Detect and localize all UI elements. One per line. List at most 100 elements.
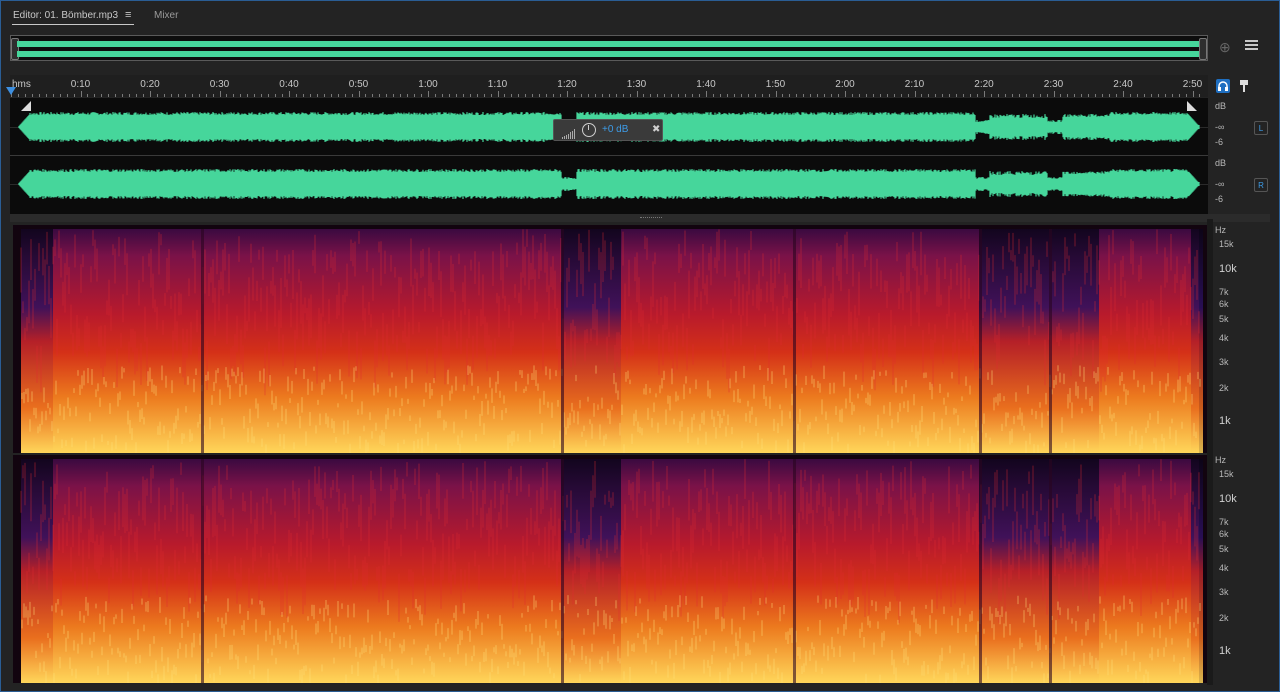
ruler-tick: [393, 94, 395, 97]
ruler-tick: [928, 94, 930, 97]
ruler-tick: [754, 94, 756, 97]
ruler-tick: [24, 94, 26, 97]
ruler-tick: [379, 94, 381, 97]
spectral-display-left[interactable]: [13, 225, 1207, 453]
ruler-tick: [525, 94, 527, 97]
volume-knob-icon[interactable]: [582, 123, 596, 137]
ruler-tick: [254, 94, 256, 97]
ruler-tick: [942, 94, 944, 97]
ruler-tick: [490, 94, 492, 97]
tab-editor[interactable]: Editor: 01. Bömber.mp3: [13, 10, 118, 21]
db-neg-inf-label: -∞: [1215, 122, 1225, 132]
panel-menu-icon[interactable]: ≡: [125, 9, 131, 21]
ruler-tick: [1011, 94, 1013, 97]
ruler-tick: [476, 94, 478, 97]
view-splitter[interactable]: [10, 214, 1270, 222]
marker-pin-icon[interactable]: [1238, 79, 1252, 93]
volume-hud[interactable]: +0 dB ✖: [553, 119, 663, 141]
hz-label: 10k: [1219, 493, 1237, 505]
ruler-time-label: 2:20: [974, 79, 994, 90]
ruler-tick: [184, 94, 186, 97]
channel-right-toggle[interactable]: R: [1254, 178, 1268, 192]
ruler-tick: [358, 91, 360, 97]
playhead-marker[interactable]: [6, 87, 16, 95]
ruler-tick: [560, 94, 562, 97]
ruler-tick: [1074, 94, 1076, 97]
channel-left-toggle[interactable]: L: [1254, 121, 1268, 135]
ruler-tick: [1178, 94, 1180, 97]
ruler-tick: [212, 94, 214, 97]
ruler-tick: [768, 94, 770, 97]
ruler-tick: [956, 94, 958, 97]
headphones-icon[interactable]: [1216, 79, 1230, 93]
ruler-tick: [372, 94, 374, 97]
overview-waveform[interactable]: [10, 35, 1208, 61]
hz-label: 6k: [1219, 529, 1229, 539]
ruler-tick: [143, 94, 145, 97]
ruler-tick: [414, 94, 416, 97]
ruler-tick: [330, 94, 332, 97]
ruler-tick: [935, 94, 937, 97]
ruler-tick: [914, 91, 916, 97]
ruler-tick: [803, 94, 805, 97]
ruler-tick: [421, 94, 423, 97]
ruler-tick: [990, 94, 992, 97]
ruler-tick: [205, 94, 207, 97]
pin-icon[interactable]: ✖: [652, 124, 660, 135]
hz-label: 6k: [1219, 299, 1229, 309]
ruler-tick: [546, 94, 548, 97]
spectral-display-right[interactable]: [13, 455, 1207, 683]
zoom-navigator-icon[interactable]: ⊕: [1219, 39, 1235, 55]
hz-label: 1k: [1219, 645, 1231, 657]
ruler-tick: [886, 94, 888, 97]
ruler-tick: [817, 94, 819, 97]
hz-label: 10k: [1219, 263, 1237, 275]
ruler-time-label: 0:10: [70, 79, 91, 90]
ruler-tick: [949, 94, 951, 97]
ruler-tick: [462, 94, 464, 97]
ruler-tick: [872, 94, 874, 97]
overview-right-handle[interactable]: [1199, 38, 1207, 60]
hz-label: 2k: [1219, 383, 1229, 393]
ruler-time-label: 2:10: [904, 79, 925, 90]
ruler-time-label: 2:00: [835, 79, 855, 90]
ruler-tick: [1192, 91, 1194, 97]
splitter-grip[interactable]: [640, 217, 662, 220]
ruler-tick: [226, 94, 228, 97]
time-ruler[interactable]: hms 0:10 0:20 0:30 0:40 0:50 1:00 1:10 1:20 1:30…: [10, 75, 1208, 97]
overview-right-channel: [17, 51, 1201, 57]
ruler-time-label: 0:30: [209, 79, 230, 90]
frequency-ruler-left: Hz 15k 10k 7k 6k 5k 4k 3k 2k 1k: [1213, 225, 1253, 453]
ruler-tick: [824, 94, 826, 97]
ruler-tick: [163, 94, 165, 97]
ruler-tick: [921, 94, 923, 97]
ruler-tick: [1018, 94, 1020, 97]
waveform-display[interactable]: [10, 98, 1208, 214]
ruler-tick: [657, 94, 659, 97]
volume-value[interactable]: +0 dB: [602, 124, 628, 135]
tab-mixer[interactable]: Mixer: [154, 10, 178, 21]
ruler-time-label: 1:50: [765, 79, 786, 90]
ruler-tick: [1185, 94, 1187, 97]
ruler-time-label: 2:30: [1043, 79, 1064, 90]
ruler-time-label: 0:40: [279, 79, 299, 90]
ruler-tick: [455, 94, 457, 97]
ruler-tick: [893, 94, 895, 97]
ruler-tick: [351, 94, 353, 97]
ruler-tick: [295, 94, 297, 97]
ruler-tick: [469, 94, 471, 97]
ruler-tick: [365, 94, 367, 97]
ruler-tick: [400, 94, 402, 97]
ruler-tick: [275, 94, 277, 97]
ruler-tick: [302, 94, 304, 97]
hz-unit-label: Hz: [1215, 225, 1226, 235]
ruler-tick: [782, 94, 784, 97]
ruler-tick: [38, 94, 40, 97]
ruler-tick: [233, 94, 235, 97]
ruler-tick: [789, 94, 791, 97]
ruler-tick: [865, 94, 867, 97]
list-icon[interactable]: [1245, 40, 1258, 52]
ruler-tick: [73, 94, 75, 97]
db-minus6-label: -6: [1215, 194, 1224, 204]
ruler-tick: [963, 94, 965, 97]
